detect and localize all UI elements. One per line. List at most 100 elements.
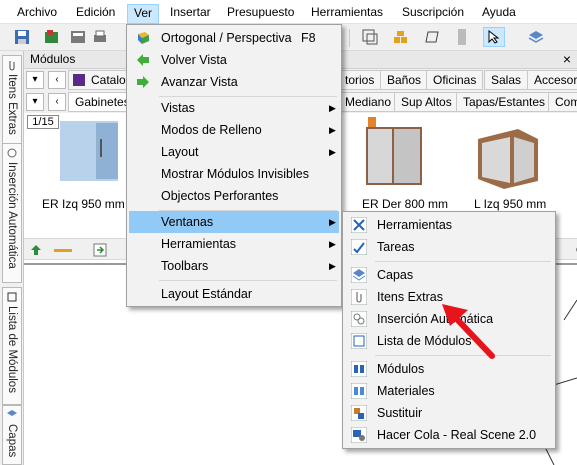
insert-icon[interactable] [28,242,44,258]
tab-salas[interactable]: Salas [484,70,529,90]
menu-separator [159,280,337,281]
menu-item-label: Hacer Cola - Real Scene 2.0 [377,428,537,442]
tab-lista-de-modulos[interactable]: Lista de Módulos [2,287,22,405]
menu-item-sustituir[interactable]: Sustituir [345,402,553,424]
menu-separator [375,261,551,262]
menu-item-layout[interactable]: Layout ▶ [129,141,339,163]
close-icon[interactable]: × [563,51,571,68]
chevron-left-icon[interactable]: ‹ [48,71,66,89]
tab-insercion-automatica[interactable]: Inserción Automática [2,143,22,283]
menu-item-materiales[interactable]: Materiales [345,380,553,402]
save-icon[interactable] [14,29,30,45]
cursor-icon [488,30,500,44]
thumbnail-caption: ER Izq 950 mm [42,197,125,211]
menu-item-objectos-perforantes[interactable]: Objectos Perforantes [129,185,339,207]
tab-com[interactable]: Com [548,92,577,112]
blocks-icon[interactable] [393,29,409,45]
menu-item-layout-estandar[interactable]: Layout Estándar [129,283,339,305]
render-queue-icon [351,427,367,443]
chevron-left-icon[interactable]: ‹ [48,93,66,111]
menu-item-label: Vistas [161,101,195,115]
tab-capas[interactable]: Capas [2,405,22,465]
panel-title: Módulos [30,52,76,66]
tab-accesorios-2[interactable]: Accesor [527,70,577,90]
menu-item-label: Modos de Relleno [161,123,262,137]
menu-item-label: Herramientas [161,237,237,251]
toolbar-separator [349,29,350,47]
select-tool-button[interactable] [483,27,505,47]
menu-item-label: Módulos [377,362,425,376]
menu-item-capas[interactable]: Capas [345,264,553,286]
menu-item-ortogonal-perspectiva[interactable]: Ortogonal / Perspectiva F8 [129,27,339,49]
menu-ayuda[interactable]: Ayuda [482,4,516,22]
chevron-down-icon[interactable]: ▾ [26,71,44,89]
thumbnail-caption: ER Der 800 mm [362,197,449,211]
menu-item-ventanas[interactable]: Ventanas ▶ [129,211,339,233]
cabinet-image [478,129,538,189]
menu-item-toolbars[interactable]: Toolbars ▶ [129,255,339,277]
menu-item-tareas[interactable]: Tareas [345,236,553,258]
ver-menu: Ortogonal / Perspectiva F8 Volver Vista … [126,24,342,307]
tab-accesorios[interactable]: torios [338,70,382,90]
tab-mediano[interactable]: Mediano [338,92,399,112]
menu-presupuesto[interactable]: Presupuesto [227,4,294,22]
tasks-icon [351,239,367,255]
left-dock-tabs: Itens Extras Inserción Automática Lista … [0,51,24,465]
print-icon[interactable] [92,29,108,45]
menu-insertar[interactable]: Insertar [170,4,211,22]
menu-item-label: Sustituir [377,406,423,420]
menu-item-vistas[interactable]: Vistas ▶ [129,97,339,119]
frame-icon[interactable] [362,29,378,45]
menu-ver[interactable]: Ver [127,4,160,24]
submenu-arrow-icon: ▶ [329,125,336,135]
menu-item-label: Ventanas [161,215,214,229]
grip-icon [458,29,466,45]
menu-item-label: Layout Estándar [161,287,253,301]
menu-herramientas[interactable]: Herramientas [311,4,383,22]
back-arrow-icon [137,54,149,66]
submenu-arrow-icon: ▶ [329,239,336,249]
module-thumbnail[interactable]: ER Der 800 mm [354,117,448,219]
menu-suscripcion[interactable]: Suscripción [402,4,464,22]
menu-item-hacer-cola[interactable]: Hacer Cola - Real Scene 2.0 [345,424,553,446]
layers-toolbar-icon[interactable] [528,29,544,45]
tab-banos[interactable]: Baños [380,70,429,90]
menu-item-shortcut: F8 [301,31,316,45]
tab-label: Inserción Automática [6,162,18,269]
module-thumbnail[interactable]: L Izq 950 mm [464,117,554,219]
menu-item-label: Toolbars [161,259,209,273]
menu-item-modos-de-relleno[interactable]: Modos de Relleno ▶ [129,119,339,141]
chevron-down-icon[interactable]: ▾ [26,93,44,111]
menu-item-mostrar-modulos-invisibles[interactable]: Mostrar Módulos Invisibles [129,163,339,185]
submenu-arrow-icon: ▶ [329,261,336,271]
auto-insert-icon [7,148,17,158]
menu-item-herramientas[interactable]: Herramientas ▶ [129,233,339,255]
next-icon[interactable] [92,242,108,258]
menu-item-label: Herramientas [377,218,453,232]
tab-label: Capas [6,424,18,458]
tab-itens-extras[interactable]: Itens Extras [2,55,22,151]
thumbnail-caption: L Izq 950 mm [474,197,547,211]
export-icon[interactable] [70,29,86,45]
module-thumbnail[interactable]: ER Izq 950 mm [40,117,132,219]
catalog-icon[interactable] [44,29,60,45]
menu-item-herramientas-window[interactable]: Herramientas [345,214,553,236]
paperclip-icon [9,61,15,71]
menu-item-avanzar-vista[interactable]: Avanzar Vista [129,71,339,93]
shape-icon[interactable] [424,29,440,45]
tab-sup-altos[interactable]: Sup Altos [394,92,459,112]
cabinet-image [366,117,422,185]
menu-archivo[interactable]: Archivo [17,4,57,22]
menu-item-label: Avanzar Vista [161,75,238,89]
tab-tapas-estantes[interactable]: Tapas/Estantes [456,92,553,112]
menu-item-label: Tareas [377,240,415,254]
submenu-arrow-icon: ▶ [329,217,336,227]
menu-item-label: Ortogonal / Perspectiva [161,31,292,45]
modules-icon [351,361,367,377]
auto-insert-icon [351,311,367,327]
line-style-icon[interactable] [54,249,72,252]
tab-oficinas[interactable]: Oficinas [426,70,484,90]
menu-item-label: Objectos Perforantes [161,189,279,203]
menu-item-volver-vista[interactable]: Volver Vista [129,49,339,71]
menu-edicion[interactable]: Edición [76,4,115,22]
